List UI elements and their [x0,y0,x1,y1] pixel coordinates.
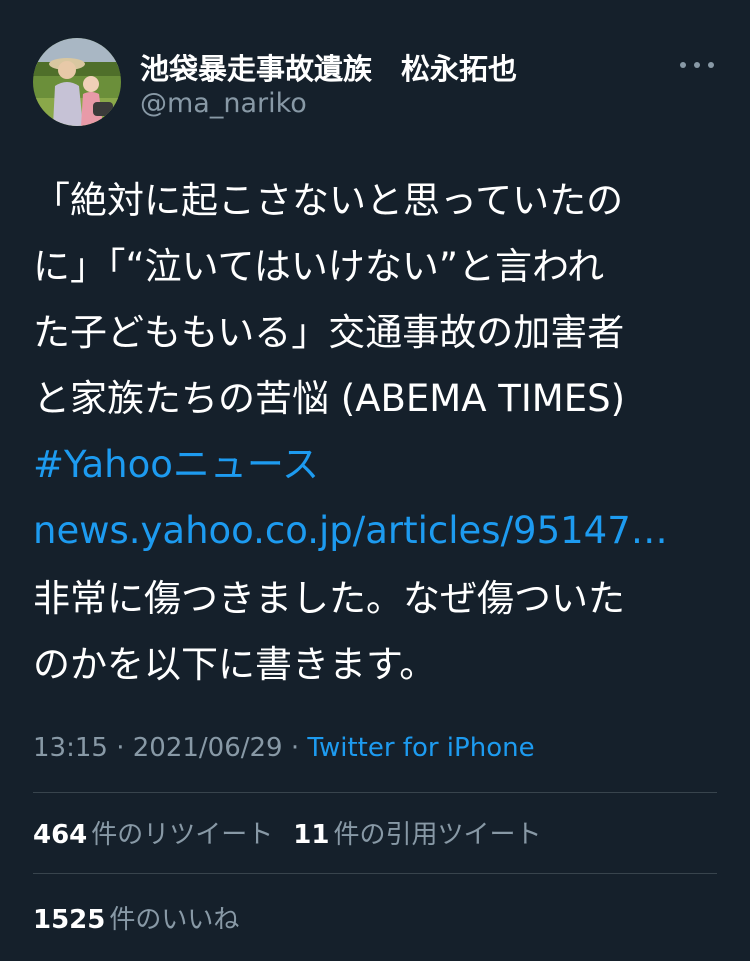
divider [33,792,717,793]
more-dots-icon[interactable] [676,50,718,80]
quotes-stat[interactable]: 11 件の引用ツイート [293,820,541,850]
dot [694,62,700,68]
tweet-time[interactable]: 13:15 [33,733,108,763]
likes-label: 件のいいね [109,905,240,935]
meta-separator: · [107,733,133,763]
dot [708,62,714,68]
quotes-label: 件の引用ツイート [333,820,542,850]
author-display-name[interactable]: 池袋暴走事故遺族 松永拓也 [140,46,517,88]
hashtag-link[interactable]: #Yahooニュース [33,432,713,498]
tweet-comment-line: のかを以下に書きます。 [33,643,437,686]
dot [680,62,686,68]
author-avatar[interactable] [33,38,121,126]
tweet-date[interactable]: 2021/06/29 [133,733,283,763]
tweet-text-line: に」「“泣いてはいけない”と言われ [33,245,605,288]
retweets-stat[interactable]: 464 件のリツイート [33,820,273,850]
retweets-count: 464 [33,820,88,850]
likes-count: 1525 [33,905,106,935]
meta-separator: · [282,733,308,763]
tweet-text-line: と家族たちの苦悩 (ABEMA TIMES) [33,377,625,420]
avatar-photo [33,38,121,126]
quotes-count: 11 [293,820,330,850]
likes-stat[interactable]: 1525 件のいいね [33,905,239,935]
article-link[interactable]: news.yahoo.co.jp/articles/95147… [33,498,713,564]
tweet-source-link[interactable]: Twitter for iPhone [307,733,534,763]
author-handle[interactable]: @ma_nariko [140,88,307,119]
likes-stats-row: 1525 件のいいね [33,899,239,936]
tweet-text-line: 「絶対に起こさないと思っていたの [33,179,624,222]
tweet-comment-line: 非常に傷つきました。なぜ傷ついた [33,577,625,620]
tweet-meta: 13:15 · 2021/06/29 · Twitter for iPhone [33,733,535,763]
retweet-stats-row: 464 件のリツイート 11 件の引用ツイート [33,814,542,851]
retweets-label: 件のリツイート [91,820,274,850]
divider [33,873,717,874]
tweet-text: 「絶対に起こさないと思っていたの に」「“泣いてはいけない”と言われ た子どもも… [33,168,713,698]
tweet-text-line: た子どももいる」交通事故の加害者 [33,311,625,354]
